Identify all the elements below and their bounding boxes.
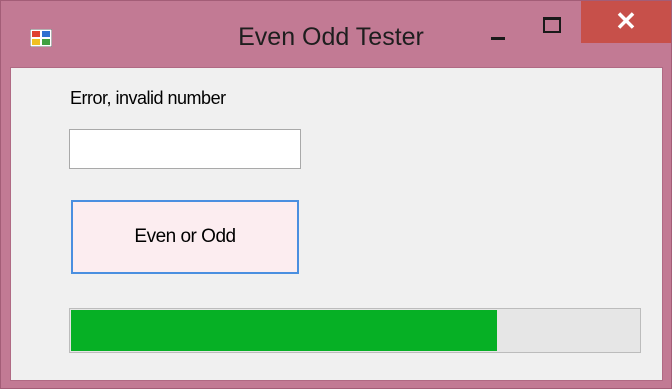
form-client-area: Error, invalid number Even or Odd <box>10 67 663 381</box>
progress-bar <box>69 308 641 353</box>
maximize-button[interactable] <box>529 9 575 43</box>
window-title: Even Odd Tester <box>238 23 424 51</box>
minimize-button[interactable] <box>477 15 523 49</box>
number-input[interactable] <box>69 129 301 169</box>
even-or-odd-button[interactable]: Even or Odd <box>71 200 299 274</box>
title-bar[interactable]: Even Odd Tester ✕ <box>1 1 671 67</box>
progress-bar-fill <box>71 310 497 351</box>
app-form-icon[interactable] <box>29 28 53 48</box>
app-window: Even Odd Tester ✕ Error, invalid number … <box>0 0 672 389</box>
close-button[interactable]: ✕ <box>581 1 671 43</box>
status-label: Error, invalid number <box>70 88 226 108</box>
close-icon: ✕ <box>615 6 637 36</box>
